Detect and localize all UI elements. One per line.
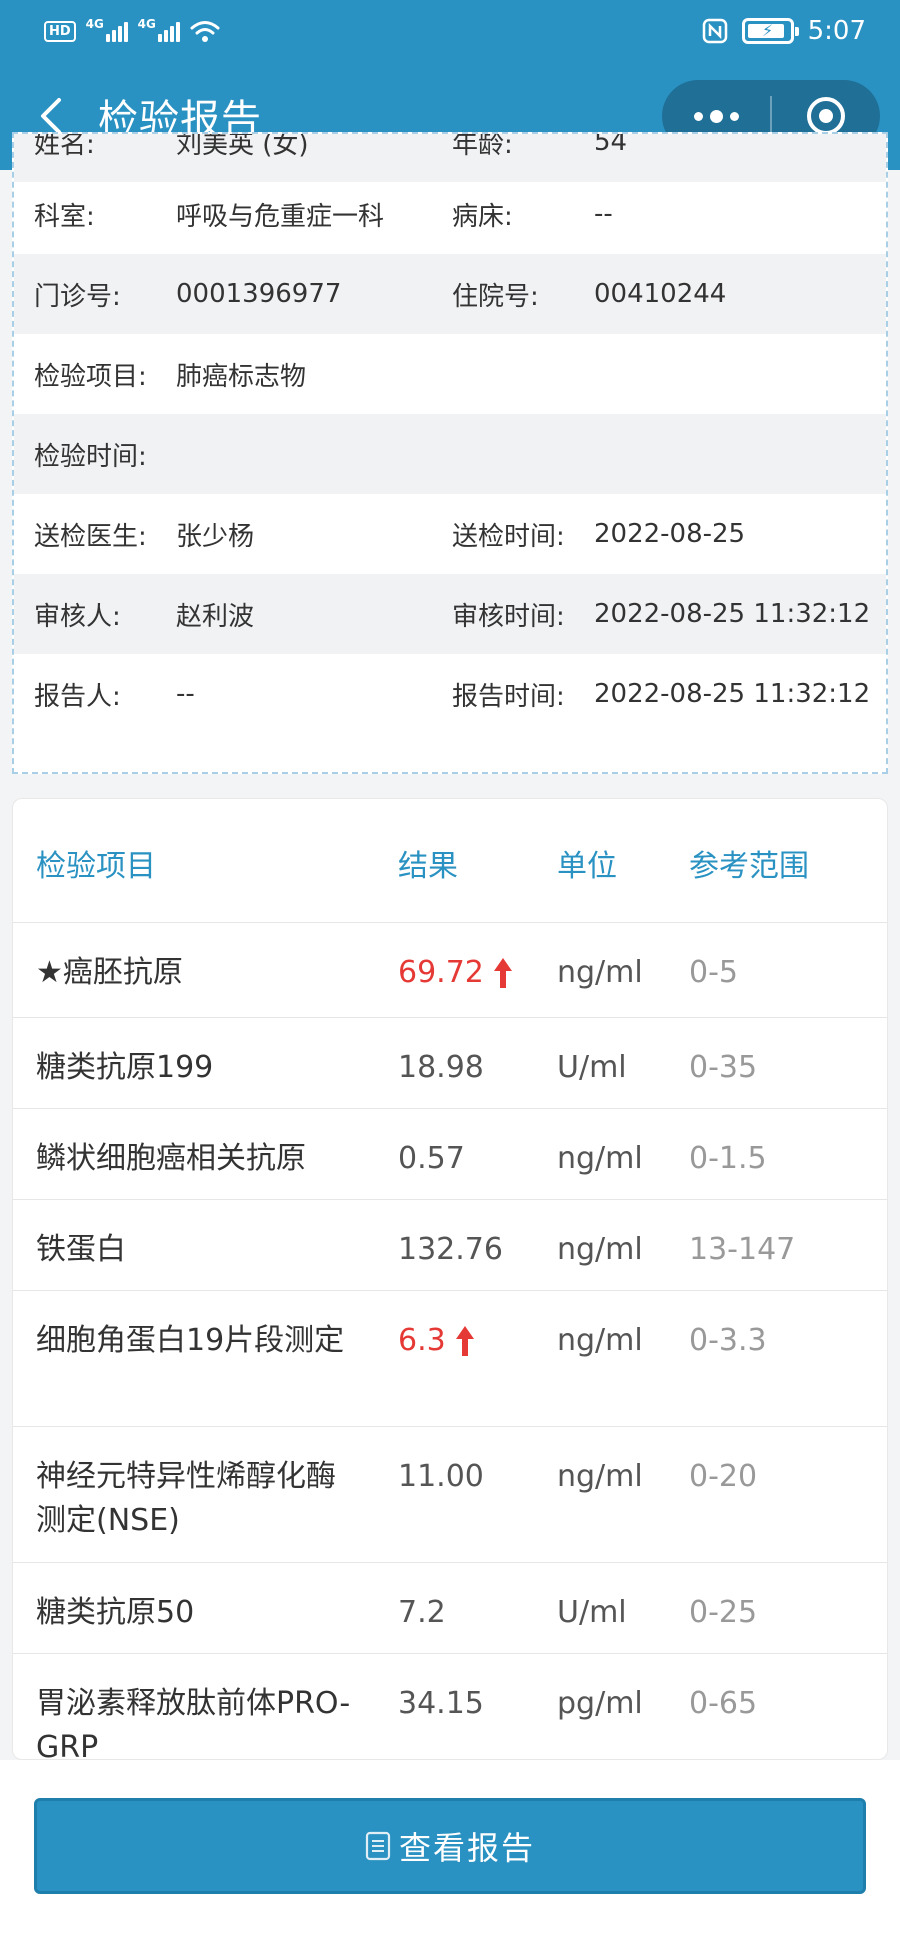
battery-icon: ⚡: [741, 18, 799, 44]
patient-name: 刘美英 (女): [176, 132, 309, 160]
results-header: 检验项目 结果 单位 参考范围: [13, 799, 887, 923]
info-row-outpatient: 门诊号: 0001396977 住院号: 00410244: [14, 254, 886, 334]
patient-age: 54: [594, 132, 628, 157]
info-row-test-item: 检验项目: 肺癌标志物: [34, 361, 307, 392]
table-row: 铁蛋白 132.76 ng/ml 13-147: [13, 1200, 887, 1291]
table-row: 胃泌素释放肽前体PRO-GRP 34.15 pg/ml 0-65: [36, 1686, 758, 1760]
table-row: 鳞状细胞癌相关抗原 0.57 ng/ml 0-1.5: [13, 1109, 887, 1200]
target-close-icon: [807, 97, 845, 135]
clock: 5:07: [807, 16, 866, 46]
hd-voice-icon: HD: [44, 20, 76, 42]
view-report-label: 查看报告: [398, 1829, 535, 1867]
header-unit: 单位: [557, 849, 617, 884]
info-row-doctor: 送检医生: 张少杨 送检时间: 2022-08-25: [34, 519, 746, 552]
header-item: 检验项目: [36, 849, 156, 884]
signal-sim2-icon: 4G: [138, 17, 180, 42]
table-row: 细胞角蛋白19片段测定 6.3 ng/ml 0-3.3: [13, 1291, 887, 1427]
document-icon: [365, 1831, 391, 1861]
table-row: 糖类抗原199 18.98 U/ml 0-35: [13, 1018, 887, 1109]
view-report-button[interactable]: 查看报告: [34, 1798, 866, 1894]
header-result: 结果: [398, 849, 458, 884]
wifi-icon: [190, 21, 220, 42]
status-bar: HD 4G 4G ⚡ 5:07: [0, 0, 900, 62]
bottom-bar: 查看报告: [0, 1760, 900, 1950]
table-row: 糖类抗原50 7.2 U/ml 0-25: [13, 1563, 887, 1654]
info-row-reviewer: 审核人: 赵利波 审核时间: 2022-08-25 11:32:12: [14, 574, 886, 654]
results-table: 检验项目 结果 单位 参考范围 ★癌胚抗原 69.72 ng/ml 0-5 糖类…: [12, 798, 888, 1760]
table-row: ★癌胚抗原 69.72 ng/ml 0-5: [13, 923, 887, 1018]
nfc-icon: [702, 18, 727, 44]
arrow-up-icon: [455, 1326, 474, 1356]
patient-info-panel: 姓名: 刘美英 (女) 年龄: 54 科室: 呼吸与危重症一科 病床: -- 门…: [12, 132, 888, 774]
more-dots-icon: [693, 109, 739, 123]
info-row-reporter: 报告人: -- 报告时间: 2022-08-25 11:32:12: [34, 679, 871, 712]
info-row-department: 科室: 呼吸与危重症一科 病床: --: [34, 199, 613, 232]
header-range: 参考范围: [689, 849, 809, 884]
table-row: 神经元特异性烯醇化酶测定(NSE) 11.00 ng/ml 0-20: [13, 1427, 887, 1563]
signal-sim1-icon: 4G: [86, 17, 128, 42]
arrow-up-icon: [493, 958, 512, 988]
info-row-test-time: 检验时间:: [14, 414, 886, 494]
